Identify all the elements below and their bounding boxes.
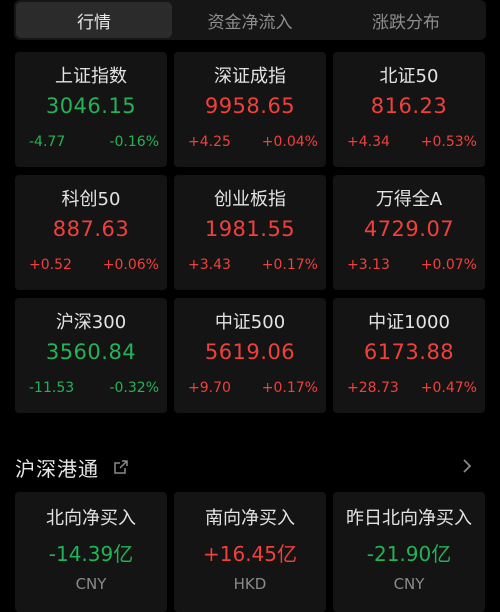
index-value: 6173.88 [363, 340, 455, 364]
flow-name: 北向净买入 [46, 508, 136, 529]
index-change: -11.53 [29, 380, 75, 396]
index-card-csi1000[interactable]: 中证1000 6173.88 +28.73 +0.47% [333, 298, 485, 413]
tab-market[interactable]: 行情 [16, 2, 172, 38]
index-card-sse[interactable]: 上证指数 3046.15 -4.77 -0.16% [15, 52, 167, 167]
index-change: +28.73 [347, 380, 399, 396]
index-card-szse[interactable]: 深证成指 9958.65 +4.25 +0.04% [174, 52, 326, 167]
index-card-csi300[interactable]: 沪深300 3560.84 -11.53 -0.32% [15, 298, 167, 413]
index-changes: -11.53 -0.32% [29, 380, 159, 396]
index-change: +3.13 [347, 257, 390, 273]
index-pct: +0.47% [420, 380, 477, 396]
northbound-card[interactable]: 北向净买入 -14.39亿 CNY [15, 492, 167, 612]
index-value: 3560.84 [45, 340, 137, 364]
flow-value: +16.45亿 [202, 542, 297, 566]
index-changes: +28.73 +0.47% [347, 380, 477, 396]
index-changes: +3.43 +0.17% [188, 257, 318, 273]
index-pct: +0.06% [102, 257, 159, 273]
index-change: -4.77 [29, 134, 66, 150]
connect-flow-grid: 北向净买入 -14.39亿 CNY 南向净买入 +16.45亿 HKD 昨日北向… [15, 492, 485, 612]
index-change: +4.34 [347, 134, 390, 150]
index-pct: +0.17% [261, 257, 318, 273]
index-pct: +0.07% [420, 257, 477, 273]
index-name: 创业板指 [214, 189, 286, 210]
connect-section-header[interactable]: 沪深港通 [15, 452, 485, 482]
index-value: 9958.65 [204, 94, 296, 118]
index-name: 沪深300 [55, 312, 127, 333]
index-name: 上证指数 [55, 66, 127, 87]
index-card-csi500[interactable]: 中证500 5619.06 +9.70 +0.17% [174, 298, 326, 413]
flow-name: 南向净买入 [205, 508, 295, 529]
index-card-chinext[interactable]: 创业板指 1981.55 +3.43 +0.17% [174, 175, 326, 290]
tab-distribution[interactable]: 涨跌分布 [328, 2, 484, 38]
index-pct: +0.53% [420, 134, 477, 150]
index-changes: +4.25 +0.04% [188, 134, 318, 150]
index-value: 4729.07 [363, 217, 455, 241]
index-pct: -0.16% [109, 134, 159, 150]
index-pct: +0.04% [261, 134, 318, 150]
index-changes: +9.70 +0.17% [188, 380, 318, 396]
index-value: 5619.06 [204, 340, 296, 364]
index-changes: -4.77 -0.16% [29, 134, 159, 150]
index-pct: +0.17% [261, 380, 318, 396]
index-name: 万得全A [375, 189, 443, 210]
tab-net-inflow[interactable]: 资金净流入 [172, 2, 328, 38]
flow-currency: CNY [393, 575, 425, 593]
index-card-wind-a[interactable]: 万得全A 4729.07 +3.13 +0.07% [333, 175, 485, 290]
flow-currency: CNY [75, 575, 107, 593]
index-value: 816.23 [370, 94, 448, 118]
index-change: +3.43 [188, 257, 231, 273]
index-card-bse50[interactable]: 北证50 816.23 +4.34 +0.53% [333, 52, 485, 167]
external-link-icon[interactable] [113, 459, 129, 475]
southbound-card[interactable]: 南向净买入 +16.45亿 HKD [174, 492, 326, 612]
index-value: 887.63 [52, 217, 130, 241]
index-name: 北证50 [379, 66, 439, 87]
index-change: +4.25 [188, 134, 231, 150]
index-name: 科创50 [61, 189, 121, 210]
flow-name: 昨日北向净买入 [346, 508, 472, 529]
index-name: 深证成指 [214, 66, 286, 87]
index-changes: +3.13 +0.07% [347, 257, 477, 273]
chevron-right-icon[interactable] [459, 458, 475, 474]
index-grid: 上证指数 3046.15 -4.77 -0.16% 深证成指 9958.65 +… [15, 52, 485, 413]
flow-value: -14.39亿 [48, 542, 134, 566]
flow-currency: HKD [233, 575, 267, 593]
index-change: +9.70 [188, 380, 231, 396]
index-pct: -0.32% [109, 380, 159, 396]
index-change: +0.52 [29, 257, 72, 273]
index-name: 中证500 [214, 312, 286, 333]
index-card-star50[interactable]: 科创50 887.63 +0.52 +0.06% [15, 175, 167, 290]
market-tab-bar: 行情 资金净流入 涨跌分布 [14, 0, 486, 40]
index-changes: +4.34 +0.53% [347, 134, 477, 150]
section-title: 沪深港通 [15, 456, 99, 481]
index-value: 3046.15 [45, 94, 137, 118]
prev-northbound-card[interactable]: 昨日北向净买入 -21.90亿 CNY [333, 492, 485, 612]
index-changes: +0.52 +0.06% [29, 257, 159, 273]
index-value: 1981.55 [204, 217, 296, 241]
index-name: 中证1000 [368, 312, 450, 333]
flow-value: -21.90亿 [366, 542, 452, 566]
